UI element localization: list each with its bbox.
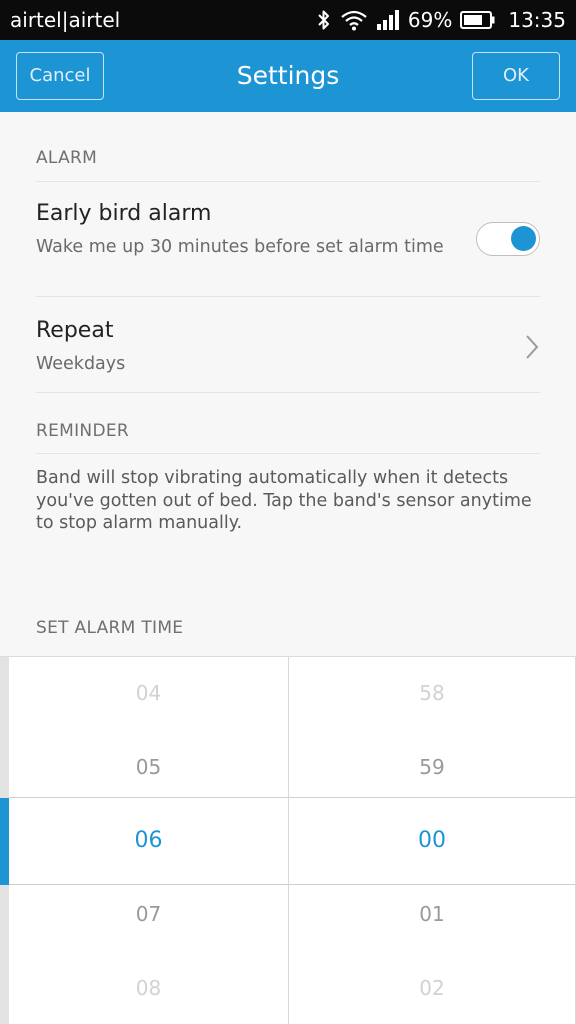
cancel-button[interactable]: Cancel xyxy=(16,52,104,100)
signal-icon xyxy=(376,9,400,31)
ok-button[interactable]: OK xyxy=(472,52,560,100)
selected-minute[interactable]: 00 xyxy=(289,828,575,853)
toggle-knob xyxy=(511,226,536,251)
divider xyxy=(36,296,540,297)
minute-option[interactable]: 59 xyxy=(289,755,575,779)
minute-option[interactable]: 58 xyxy=(289,681,575,705)
time-picker: 04 05 06 07 08 58 59 00 01 02 xyxy=(0,656,576,1024)
picker-selection-indicator xyxy=(0,798,9,885)
chevron-right-icon xyxy=(524,334,540,364)
early-bird-toggle[interactable] xyxy=(476,222,540,256)
wifi-icon xyxy=(340,9,368,31)
repeat-title: Repeat xyxy=(36,318,114,343)
carrier-name: airtel|airtel xyxy=(10,8,121,32)
early-bird-title: Early bird alarm xyxy=(36,201,212,226)
early-bird-subtitle: Wake me up 30 minutes before set alarm t… xyxy=(36,237,444,257)
divider xyxy=(36,453,540,454)
minute-option[interactable]: 01 xyxy=(289,902,575,926)
hour-wheel[interactable]: 04 05 06 07 08 xyxy=(9,657,288,1024)
selection-line-top xyxy=(9,797,576,798)
battery-percent: 69% xyxy=(407,8,453,32)
hour-option[interactable]: 07 xyxy=(9,902,288,926)
status-bar: airtel|airtel 69% 13:35 xyxy=(0,0,576,40)
divider xyxy=(36,181,540,182)
hour-option[interactable]: 05 xyxy=(9,755,288,779)
minute-wheel[interactable]: 58 59 00 01 02 xyxy=(288,657,576,1024)
battery-icon xyxy=(460,10,496,30)
selection-line-bottom xyxy=(9,884,576,885)
hour-option[interactable]: 04 xyxy=(9,681,288,705)
minute-option[interactable]: 02 xyxy=(289,976,575,1000)
clock: 13:35 xyxy=(508,8,566,32)
reminder-description: Band will stop vibrating automatically w… xyxy=(36,468,532,533)
hour-option[interactable]: 08 xyxy=(9,976,288,1000)
section-label-alarm: ALARM xyxy=(36,148,98,168)
section-label-alarm-time: SET ALARM TIME xyxy=(36,618,184,638)
repeat-value: Weekdays xyxy=(36,354,126,374)
section-label-reminder: REMINDER xyxy=(36,421,129,441)
app-header: Settings Cancel OK xyxy=(0,40,576,112)
divider xyxy=(36,392,540,393)
selected-hour[interactable]: 06 xyxy=(9,828,288,853)
status-icons: 69% 13:35 xyxy=(316,6,566,34)
bluetooth-icon xyxy=(316,9,332,31)
